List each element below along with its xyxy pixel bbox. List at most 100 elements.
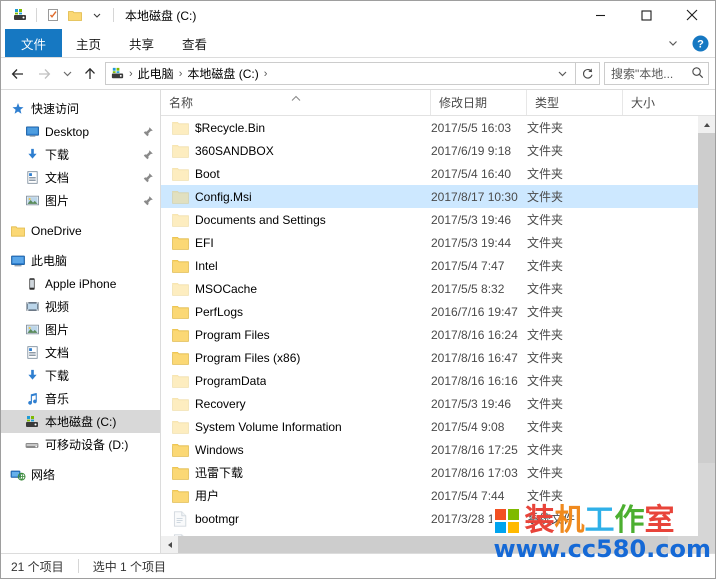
- scroll-up-button[interactable]: [698, 116, 715, 133]
- search-icon[interactable]: [691, 66, 704, 82]
- window-title: 本地磁盘 (C:): [125, 8, 197, 23]
- minimize-icon[interactable]: [577, 1, 623, 29]
- navigation-pane[interactable]: 快速访问 Desktop 下载 文档 图片 OneDrive 此电脑 Apple…: [1, 90, 161, 553]
- sidebar-label: 文档: [45, 171, 70, 185]
- sidebar-item-quick-access[interactable]: 快速访问: [1, 97, 160, 120]
- sidebar-item-music[interactable]: 音乐: [1, 387, 160, 410]
- table-row[interactable]: Documents and Settings 2017/5/3 19:46 文件夹: [161, 208, 715, 231]
- file-type-cell: 文件夹: [527, 190, 564, 204]
- new-folder-icon[interactable]: [64, 4, 86, 26]
- file-type-cell: 文件夹: [527, 305, 564, 319]
- vertical-scrollbar[interactable]: [698, 116, 715, 536]
- folder-icon: [171, 396, 189, 412]
- close-icon[interactable]: [669, 1, 715, 29]
- file-name-cell: Program Files: [161, 327, 431, 343]
- sidebar-item-onedrive[interactable]: OneDrive: [1, 219, 160, 242]
- sidebar-item-local-disk-c[interactable]: 本地磁盘 (C:): [1, 410, 160, 433]
- table-row[interactable]: MSOCache 2017/5/5 8:32 文件夹: [161, 277, 715, 300]
- arrow-left-icon[interactable]: [5, 62, 31, 86]
- file-name-cell: System Volume Information: [161, 419, 431, 435]
- tab-file[interactable]: 文件: [5, 29, 63, 57]
- sidebar-item-apple-iphone[interactable]: Apple iPhone: [1, 272, 160, 295]
- tab-share[interactable]: 共享: [115, 29, 168, 57]
- breadcrumb[interactable]: › 此电脑 › 本地磁盘 (C:) ›: [105, 62, 576, 85]
- horizontal-scrollbar[interactable]: [161, 536, 715, 553]
- sidebar-item-videos[interactable]: 视频: [1, 295, 160, 318]
- column-header-type[interactable]: 类型: [527, 90, 623, 115]
- file-name-label: EFI: [195, 235, 214, 250]
- sidebar-item-this-pc[interactable]: 此电脑: [1, 249, 160, 272]
- pin-icon[interactable]: [142, 149, 154, 161]
- file-name-cell: Config.Msi: [161, 189, 431, 205]
- file-explorer-window: 本地磁盘 (C:) 文件 主页 共享 查看 ? › 此电脑 › 本地磁盘 (C:…: [0, 0, 716, 579]
- search-box[interactable]: [604, 62, 709, 85]
- breadcrumb-separator-1[interactable]: ›: [177, 68, 185, 80]
- customize-chevron-icon[interactable]: [86, 4, 108, 26]
- pin-icon[interactable]: [142, 195, 154, 207]
- arrow-up-icon[interactable]: [77, 62, 103, 86]
- help-icon[interactable]: ?: [689, 32, 711, 54]
- column-header-name[interactable]: 名称: [161, 90, 431, 115]
- selection-count-label: 选中 1 个项目: [92, 559, 167, 574]
- tab-view[interactable]: 查看: [168, 29, 221, 57]
- file-date-cell: 2017/8/16 16:47: [431, 350, 518, 365]
- file-name-label: Recovery: [195, 396, 246, 411]
- sort-ascending-icon: [290, 91, 302, 105]
- file-name-label: bootmgr: [195, 511, 240, 526]
- pin-icon[interactable]: [142, 172, 154, 184]
- file-name-cell: 360SANDBOX: [161, 143, 431, 159]
- file-type-cell: 文件夹: [527, 328, 564, 342]
- pin-icon[interactable]: [142, 126, 154, 138]
- refresh-icon[interactable]: [576, 62, 600, 85]
- table-row[interactable]: Windows 2017/8/16 17:25 文件夹: [161, 438, 715, 461]
- table-row[interactable]: $Recycle.Bin 2017/5/5 16:03 文件夹: [161, 116, 715, 139]
- column-header-size[interactable]: 大小: [623, 90, 715, 115]
- search-input[interactable]: [611, 66, 689, 81]
- sidebar-label: 视频: [45, 300, 70, 314]
- file-name-cell: Program Files (x86): [161, 350, 431, 366]
- table-row[interactable]: bootmgr 2017/3/28 19:11 系统文件: [161, 507, 715, 530]
- sidebar-item-documents[interactable]: 文档: [1, 166, 160, 189]
- column-header-date[interactable]: 修改日期: [431, 90, 527, 115]
- scroll-left-button[interactable]: [161, 536, 178, 553]
- chevron-down-icon[interactable]: [663, 32, 683, 54]
- table-row[interactable]: System Volume Information 2017/5/4 9:08 文件…: [161, 415, 715, 438]
- sidebar-item-downloads-pc[interactable]: 下载: [1, 364, 160, 387]
- table-row[interactable]: Config.Msi 2017/8/17 10:30 文件夹: [161, 185, 715, 208]
- table-row[interactable]: PerfLogs 2016/7/16 19:47 文件夹: [161, 300, 715, 323]
- table-row[interactable]: ProgramData 2017/8/16 16:16 文件夹: [161, 369, 715, 392]
- sidebar-item-downloads[interactable]: 下载: [1, 143, 160, 166]
- table-row[interactable]: 迅雷下载 2017/8/16 17:03 文件夹: [161, 461, 715, 484]
- table-row[interactable]: 360SANDBOX 2017/6/19 9:18 文件夹: [161, 139, 715, 162]
- file-name-cell: 迅雷下载: [161, 464, 431, 481]
- file-type-cell: 文件夹: [527, 236, 564, 250]
- table-row[interactable]: EFI 2017/5/3 19:44 文件夹: [161, 231, 715, 254]
- maximize-icon[interactable]: [623, 1, 669, 29]
- sidebar-item-pictures[interactable]: 图片: [1, 189, 160, 212]
- table-row[interactable]: Program Files (x86) 2017/8/16 16:47 文件夹: [161, 346, 715, 369]
- table-row[interactable]: Recovery 2017/5/3 19:46 文件夹: [161, 392, 715, 415]
- folder-icon: [171, 488, 189, 504]
- breadcrumb-item-local-disk-c[interactable]: 本地磁盘 (C:): [184, 65, 261, 82]
- horizontal-scroll-thumb[interactable]: [178, 536, 668, 553]
- sidebar-item-removable-disk-d[interactable]: 可移动设备 (D:): [1, 433, 160, 456]
- table-row[interactable]: 用户 2017/5/4 7:44 文件夹: [161, 484, 715, 507]
- sidebar-item-desktop[interactable]: Desktop: [1, 120, 160, 143]
- table-row[interactable]: Program Files 2017/8/16 16:24 文件夹: [161, 323, 715, 346]
- tab-home[interactable]: 主页: [62, 29, 115, 57]
- chevron-down-icon[interactable]: [553, 63, 572, 84]
- breadcrumb-item-this-pc[interactable]: 此电脑: [135, 65, 177, 82]
- breadcrumb-separator-2[interactable]: ›: [262, 68, 270, 80]
- table-row[interactable]: Boot 2017/5/4 16:40 文件夹: [161, 162, 715, 185]
- sidebar-item-pictures-pc[interactable]: 图片: [1, 318, 160, 341]
- drive-icon: [9, 4, 31, 26]
- properties-icon[interactable]: [42, 4, 64, 26]
- table-row[interactable]: Intel 2017/5/4 7:47 文件夹: [161, 254, 715, 277]
- recent-locations-icon[interactable]: [57, 62, 77, 86]
- sidebar-item-documents-pc[interactable]: 文档: [1, 341, 160, 364]
- sidebar-item-network[interactable]: 网络: [1, 463, 160, 486]
- file-rows[interactable]: $Recycle.Bin 2017/5/5 16:03 文件夹 360SANDBOX 2…: [161, 116, 715, 536]
- vertical-scroll-thumb[interactable]: [698, 133, 715, 463]
- breadcrumb-separator-0[interactable]: ›: [127, 68, 135, 80]
